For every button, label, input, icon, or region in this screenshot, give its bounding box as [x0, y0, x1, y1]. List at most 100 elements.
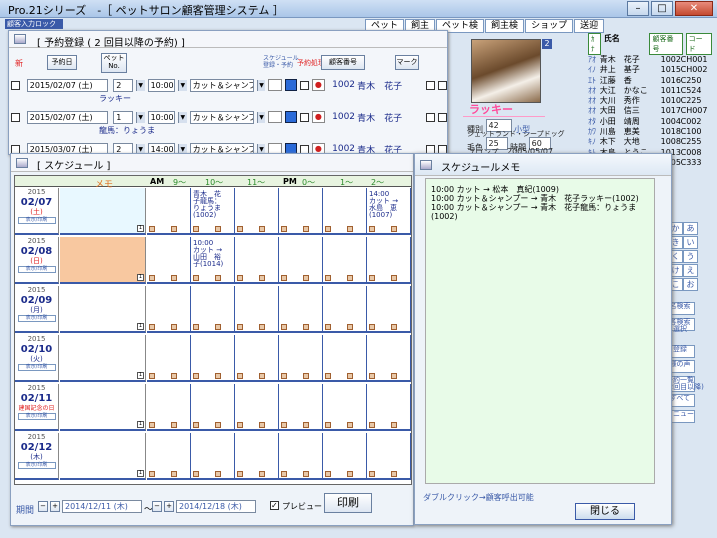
select-checkbox[interactable] [11, 112, 20, 122]
day-cell[interactable]: 2015 02/12 (木) 表示/印刷 [15, 433, 59, 480]
mark-checkbox[interactable] [426, 80, 436, 90]
memo-text[interactable]: 10:00 カット → 松本 真紀(1009) 10:00 カット＆シャンプー … [425, 178, 655, 484]
customer-row[interactable]: ｵｵ 大川 秀作 1010 C225 [588, 96, 712, 106]
time-slot[interactable] [279, 188, 323, 235]
select-checkbox[interactable] [11, 80, 20, 90]
reserve-button[interactable]: ● [311, 79, 326, 91]
customer-row[interactable]: ｲﾉ 井上 基子 1015 CH002 [588, 65, 712, 75]
from-minus-button[interactable]: − [38, 501, 48, 512]
mark-checkbox[interactable] [438, 80, 448, 90]
blank-field[interactable] [268, 79, 283, 91]
window-menu-icon[interactable] [14, 34, 26, 44]
time-field[interactable]: 10:00 [147, 78, 175, 92]
time-slot[interactable] [147, 335, 191, 382]
time-slot[interactable] [235, 335, 279, 382]
memo-cell[interactable]: 1 [60, 433, 146, 480]
minimize-icon[interactable]: – [627, 1, 649, 16]
print-button[interactable]: 印刷 [324, 493, 372, 513]
time-slot[interactable] [367, 237, 411, 284]
close-icon[interactable]: ✕ [675, 1, 713, 16]
time-slot[interactable] [279, 286, 323, 333]
to-plus-button[interactable]: + [164, 501, 174, 512]
memo-cell[interactable]: 1 [60, 286, 146, 333]
number-header[interactable]: 顧客番号 [649, 33, 683, 55]
time-slot[interactable] [279, 335, 323, 382]
customer-row[interactable]: ｵｵ 大江 かなこ 1011 C524 [588, 86, 712, 96]
time-slot[interactable] [367, 286, 411, 333]
print-tag[interactable]: 表示/印刷 [17, 315, 56, 322]
date-field[interactable]: 2015/02/07 (土) [26, 110, 109, 124]
customer-row[interactable]: ｵﾀ 小田 靖周 1004 C002 [588, 117, 712, 127]
time-slot[interactable] [279, 237, 323, 284]
time-slot[interactable] [235, 384, 279, 431]
mark-checkbox[interactable] [426, 112, 436, 122]
customer-row[interactable]: ｶﾜ 川島 恵美 1018 C100 [588, 127, 712, 137]
date-button[interactable]: 予約日 [47, 55, 77, 70]
blank-field[interactable] [268, 111, 283, 123]
reserve-button[interactable]: ● [311, 111, 326, 123]
time-slot[interactable] [323, 384, 367, 431]
time-slot[interactable] [191, 335, 235, 382]
window-menu-icon[interactable] [420, 160, 432, 170]
time-slot[interactable] [147, 188, 191, 235]
schedule-checkbox[interactable] [299, 112, 309, 122]
day-cell[interactable]: 2015 02/10 (火) 表示/印刷 [15, 335, 59, 382]
customer-row[interactable]: ｴﾄ 江藤 香 1016 C250 [588, 76, 712, 86]
time-slot[interactable] [367, 433, 411, 480]
time-slot[interactable] [235, 237, 279, 284]
time-slot[interactable] [323, 237, 367, 284]
tab-5[interactable]: 送迎 [574, 19, 605, 33]
time-slot[interactable] [279, 384, 323, 431]
tab-3[interactable]: 飼主検 [485, 19, 525, 33]
chevron-down-icon[interactable]: ▼ [256, 79, 266, 91]
day-cell[interactable]: 2015 02/11 建国記念の日 表示/印刷 [15, 384, 59, 431]
time-slot[interactable] [147, 286, 191, 333]
print-tag[interactable]: 表示/印刷 [17, 413, 56, 420]
appointment[interactable]: 青木 花 子龍馬： りょうま (1002) [193, 191, 221, 219]
window-menu-icon[interactable] [16, 158, 28, 168]
customer-row[interactable]: ｱｵ 青木 花子 1002 CH001 [588, 55, 712, 65]
pet-no-field[interactable]: 2 [113, 78, 133, 92]
chevron-down-icon[interactable]: ▼ [256, 111, 266, 123]
preview-checkbox[interactable]: ✓ [270, 501, 279, 510]
day-cell[interactable]: 2015 02/07 (土) 表示/印刷 [15, 188, 59, 235]
day-cell[interactable]: 2015 02/08 (日) 表示/印刷 [15, 237, 59, 284]
time-slot[interactable] [235, 188, 279, 235]
kana-key[interactable]: い [683, 236, 698, 249]
time-slot[interactable] [323, 433, 367, 480]
appointment[interactable]: 14:00 カット → 水島 恵 (1007) [369, 191, 398, 219]
customer-row[interactable]: ｷﾉ 木下 大地 1008 C255 [588, 137, 712, 147]
chevron-down-icon[interactable]: ▼ [135, 79, 145, 91]
menu-field[interactable]: カット＆シャンプー [189, 78, 254, 92]
customer-number-button[interactable]: 顧客番号 [321, 55, 365, 70]
day-cell[interactable]: 2015 02/09 (月) 表示/印刷 [15, 286, 59, 333]
schedule-button[interactable] [285, 111, 297, 123]
memo-cell[interactable]: 1 [60, 384, 146, 431]
schedule-checkbox[interactable] [299, 80, 309, 90]
kana-key[interactable]: あ [683, 222, 698, 235]
from-plus-button[interactable]: + [50, 501, 60, 512]
memo-cell[interactable]: 1 [60, 237, 146, 284]
time-field[interactable]: 10:00 [147, 110, 175, 124]
tab-4[interactable]: ショップ [525, 19, 574, 33]
time-slot[interactable] [367, 384, 411, 431]
time-slot[interactable] [235, 433, 279, 480]
kana-key[interactable]: う [683, 250, 698, 263]
time-slot[interactable] [323, 335, 367, 382]
print-tag[interactable]: 表示/印刷 [17, 364, 56, 371]
time-slot[interactable] [367, 335, 411, 382]
print-tag[interactable]: 表示/印刷 [17, 462, 56, 469]
chevron-down-icon[interactable]: ▼ [177, 79, 187, 91]
maximize-icon[interactable]: □ [651, 1, 673, 16]
mark-button[interactable]: マーク [395, 55, 419, 70]
print-tag[interactable]: 表示/印刷 [17, 217, 56, 224]
to-minus-button[interactable]: − [152, 501, 162, 512]
menu-field[interactable]: カット＆シャンプー [189, 110, 254, 124]
time-slot[interactable] [279, 433, 323, 480]
print-tag[interactable]: 表示/印刷 [17, 266, 56, 273]
appointment[interactable]: 10:00 カット → 山田 裕 子(1014) [193, 240, 223, 268]
time-slot[interactable] [191, 433, 235, 480]
pet-number-button[interactable]: ペット No. [101, 53, 127, 73]
memo-cell[interactable]: 1 [60, 188, 146, 235]
time-slot[interactable] [323, 188, 367, 235]
